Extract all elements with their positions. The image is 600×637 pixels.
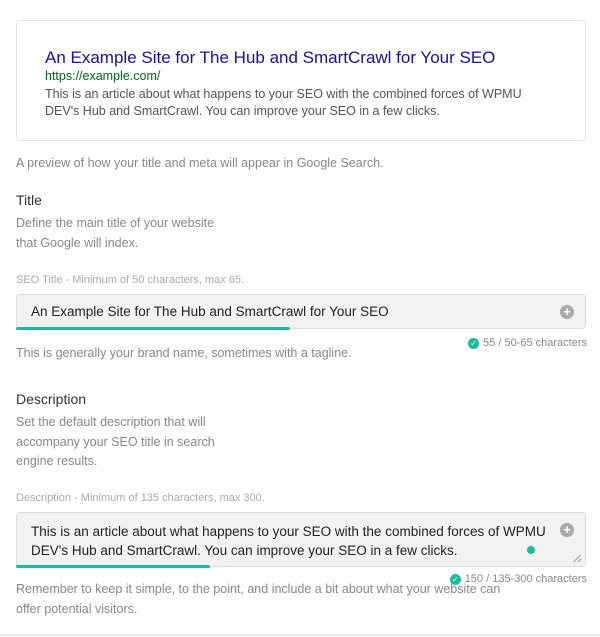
description-progress-fill [16, 565, 210, 568]
seo-title-label: SEO Title - Minimum of 50 characters, ma… [16, 274, 245, 286]
description-value: This is an article about what happens to… [31, 524, 546, 558]
description-help-text: Remember to keep it simple, to the point… [16, 582, 501, 616]
resize-handle[interactable] [574, 555, 582, 563]
description-progress [16, 565, 586, 568]
preview-url: https://example.com/ [45, 69, 161, 83]
search-preview-card: An Example Site for The Hub and SmartCra… [16, 20, 586, 141]
preview-description: This is an article about what happens to… [45, 87, 522, 118]
title-help-text: This is generally your brand name, somet… [16, 346, 352, 360]
seo-title-counter: ✓ 55 / 50-65 characters [468, 337, 587, 349]
check-icon: ✓ [468, 337, 480, 349]
insert-variable-icon[interactable]: + [560, 305, 574, 319]
preview-caption: A preview of how your title and meta wil… [16, 156, 384, 170]
preview-title: An Example Site for The Hub and SmartCra… [45, 48, 496, 67]
description-section-description: Set the default description that will ac… [16, 415, 215, 468]
bottom-divider [0, 634, 600, 636]
insert-variable-icon[interactable]: + [560, 523, 574, 537]
title-section-heading: Title [16, 192, 42, 208]
seo-title-progress [16, 327, 586, 330]
description-section-heading: Description [16, 391, 87, 407]
seo-title-value: An Example Site for The Hub and SmartCra… [31, 304, 389, 319]
title-section-description: Define the main title of your website th… [16, 216, 215, 250]
seo-title-progress-fill [16, 327, 290, 330]
status-dot [527, 546, 535, 554]
description-label: Description - Minimum of 135 characters,… [16, 492, 265, 504]
seo-title-input[interactable]: An Example Site for The Hub and SmartCra… [16, 294, 586, 329]
description-textarea[interactable]: This is an article about what happens to… [16, 512, 586, 567]
